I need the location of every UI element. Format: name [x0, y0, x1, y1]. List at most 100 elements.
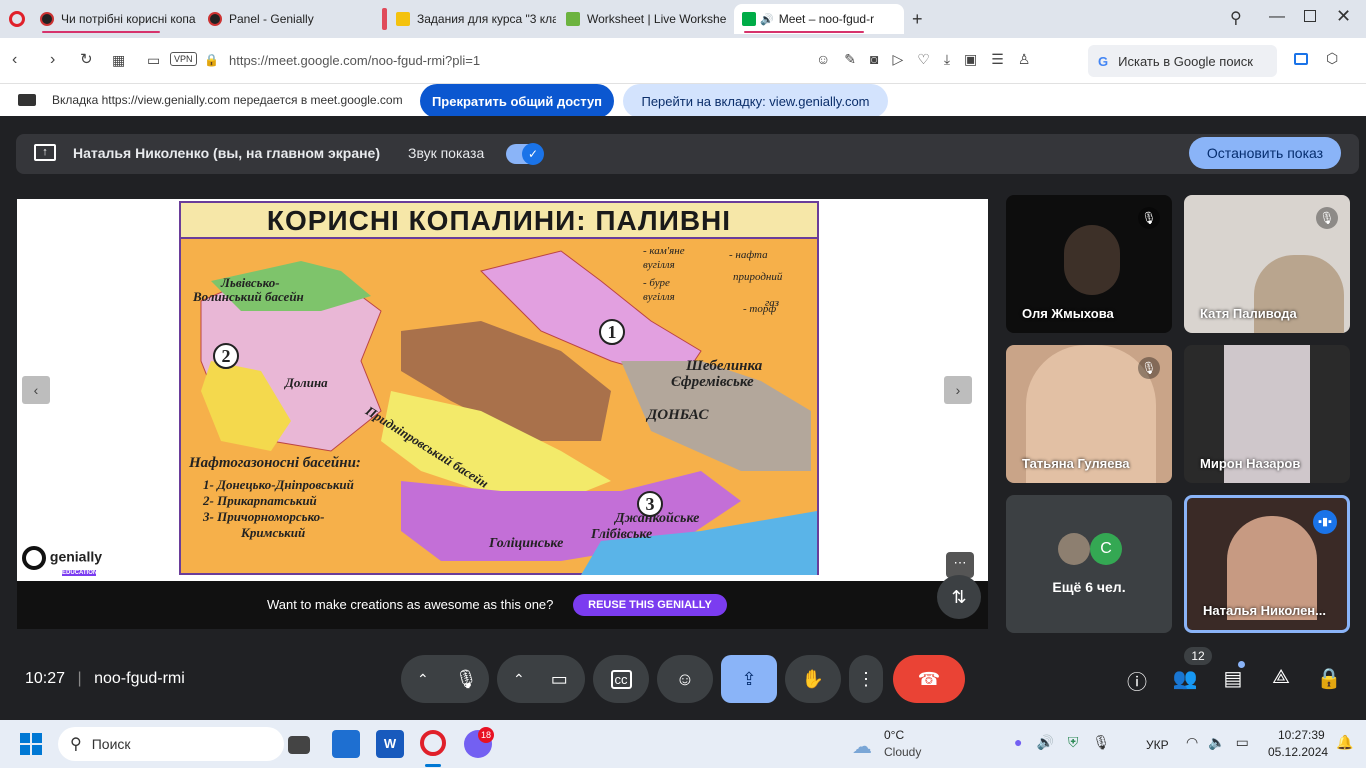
camera-icon[interactable]: ▭	[147, 51, 160, 69]
check-icon: ✓	[522, 143, 544, 165]
profile-icon[interactable]: ♙	[1018, 51, 1031, 68]
system-tray-icons: ◠ 🔈 ▭	[1186, 734, 1249, 751]
more-participants-tile[interactable]: С Ещё 6 чел.	[1006, 495, 1172, 633]
region-label: Шебелинка	[686, 358, 763, 374]
tab-1[interactable]: Чи потрібні корисні копа	[32, 4, 200, 34]
tab-5[interactable]: 🔊 Meet – noo-fgud-r	[734, 4, 904, 34]
opera-taskbar-icon[interactable]	[420, 730, 446, 756]
wifi-icon[interactable]: ◠	[1186, 734, 1198, 751]
present-button[interactable]: ⇪	[721, 655, 777, 703]
back-icon[interactable]: ‹	[12, 51, 17, 69]
sidebar-icon[interactable]	[1294, 53, 1308, 65]
google-search-field[interactable]: G Искать в Google поиск	[1088, 45, 1277, 77]
participant-tile[interactable]: 🎙 Оля Жмыхова	[1006, 195, 1172, 333]
meeting-info-icon[interactable]: ⓘ	[1124, 666, 1150, 695]
reuse-genially-button[interactable]: REUSE THIS GENIALLY	[573, 594, 727, 616]
minimize-icon[interactable]: —	[1269, 8, 1285, 26]
volume-icon[interactable]: 🔈	[1208, 734, 1225, 751]
region-label: Голіцинське	[489, 536, 564, 551]
swap-layout-button[interactable]: ⇅	[937, 575, 981, 619]
vpn-badge[interactable]: VPN	[170, 52, 197, 66]
opera-logo-icon[interactable]	[9, 11, 25, 27]
speaker-tray-icon[interactable]: 🔊	[1036, 734, 1053, 751]
people-icon[interactable]: 👥	[1172, 666, 1198, 691]
more-options-button[interactable]: ⋮	[849, 655, 883, 703]
participant-tile[interactable]: Мирон Назаров	[1184, 345, 1350, 483]
switch-tab-button[interactable]: Перейти на вкладку: view.genially.com	[623, 84, 888, 118]
present-sound-toggle[interactable]: ✓	[506, 143, 544, 165]
tab-3[interactable]: Задания для курса "3 кла	[388, 4, 556, 34]
task-view-icon[interactable]	[288, 736, 310, 754]
edit-icon[interactable]: ✎	[844, 51, 856, 68]
participant-tile[interactable]: 🎙 Татьяна Гуляева	[1006, 345, 1172, 483]
tabs-grid-icon[interactable]: ▦	[112, 51, 125, 69]
snapshot-icon[interactable]: ◙	[870, 51, 878, 68]
notifications-bell-icon[interactable]: 🔔	[1336, 734, 1353, 751]
store-icon[interactable]	[332, 730, 360, 758]
avatar	[1058, 533, 1090, 565]
reload-icon[interactable]: ↻	[80, 51, 93, 69]
slide-prev-button[interactable]: ‹	[22, 376, 50, 404]
stop-sharing-button[interactable]: Прекратить общий доступ	[420, 84, 614, 118]
reactions-button[interactable]: ☺	[657, 655, 713, 703]
basins-heading: Нафтогазоносні басейни:	[189, 455, 361, 471]
viber-tray-icon[interactable]: ●	[1014, 734, 1022, 751]
forward-icon[interactable]: ›	[50, 51, 55, 69]
stop-presenting-button[interactable]: Остановить показ	[1189, 137, 1341, 169]
url-field[interactable]: https://meet.google.com/noo-fgud-rmi?pli…	[229, 53, 480, 68]
legend-item: - торф	[743, 303, 777, 315]
search-tabs-icon[interactable]: ⚲	[1230, 8, 1242, 28]
mic-options-chevron-icon[interactable]: ⌃	[417, 671, 429, 688]
download-icon[interactable]: ⤓	[944, 51, 950, 68]
host-controls-icon[interactable]: 🔒	[1316, 666, 1342, 691]
tab-4[interactable]: Worksheet | Live Workshe	[558, 4, 728, 34]
participant-tile[interactable]: ▪▮▪ Наталья Николен...	[1184, 495, 1350, 633]
legend-item: - кам'яне	[643, 245, 685, 257]
captions-button[interactable]: cc	[593, 655, 649, 703]
camera-options-chevron-icon[interactable]: ⌃	[513, 671, 525, 688]
hangup-icon: ☎	[917, 668, 941, 689]
camera-icon[interactable]: ▭	[551, 669, 568, 690]
tab-title: Panel - Genially	[229, 12, 314, 26]
more-vert-icon: ⋮	[857, 668, 875, 689]
defender-icon[interactable]: ⛨	[1068, 734, 1079, 751]
taskbar-time[interactable]: 10:27:39	[1278, 728, 1325, 742]
send-icon[interactable]: ▷	[893, 51, 904, 68]
weather-desc[interactable]: Cloudy	[884, 745, 921, 759]
chat-icon[interactable]: ▤	[1220, 666, 1246, 691]
video-popout-icon[interactable]: ▣	[964, 51, 977, 68]
extensions-cube-icon[interactable]: ⬡	[1326, 50, 1338, 67]
tab-2[interactable]: Panel - Genially	[200, 4, 370, 34]
microphone-icon[interactable]: 🎙	[455, 669, 478, 690]
heart-icon[interactable]: ♡	[917, 51, 930, 68]
taskbar-search[interactable]: ⚲ Поиск	[58, 727, 284, 761]
leave-call-button[interactable]: ☎	[893, 655, 965, 703]
slide-next-button[interactable]: ›	[944, 376, 972, 404]
basin-item: 1- Донецько-Дніпровський	[203, 477, 354, 492]
chat-unread-dot	[1238, 661, 1245, 668]
avatar: С	[1090, 533, 1122, 565]
battery-icon[interactable]: ▭	[1236, 734, 1249, 751]
tray-icons: ● 🔊 ⛨ 🎙	[1014, 734, 1110, 751]
windows-start-icon[interactable]	[20, 733, 42, 755]
people-count-badge: 12	[1184, 647, 1212, 665]
mic-off-icon: 🎙	[1138, 357, 1160, 379]
word-icon[interactable]: W	[376, 730, 404, 758]
google-icon: G	[1098, 53, 1109, 69]
participant-tile[interactable]: 🎙 Катя Паливода	[1184, 195, 1350, 333]
activities-icon[interactable]: ⟁	[1268, 666, 1294, 689]
mic-tray-icon[interactable]: 🎙	[1092, 734, 1110, 751]
basin-item: 3- Причорноморсько-	[203, 509, 325, 524]
emoji-icon[interactable]: ☺	[816, 51, 830, 68]
easy-setup-icon[interactable]: ☰	[991, 51, 1004, 68]
weather-temp[interactable]: 0°C	[884, 728, 904, 742]
restore-icon[interactable]	[1304, 10, 1316, 22]
emoji-icon: ☺	[675, 668, 695, 689]
raise-hand-button[interactable]: ✋	[785, 655, 841, 703]
taskbar-search-label: Поиск	[91, 736, 131, 752]
new-tab-plus-icon[interactable]: +	[912, 9, 923, 30]
genially-icon	[40, 12, 54, 26]
close-window-icon[interactable]: ✕	[1336, 6, 1351, 27]
language-indicator[interactable]: УКР	[1146, 738, 1169, 752]
taskbar-date[interactable]: 05.12.2024	[1268, 745, 1328, 759]
